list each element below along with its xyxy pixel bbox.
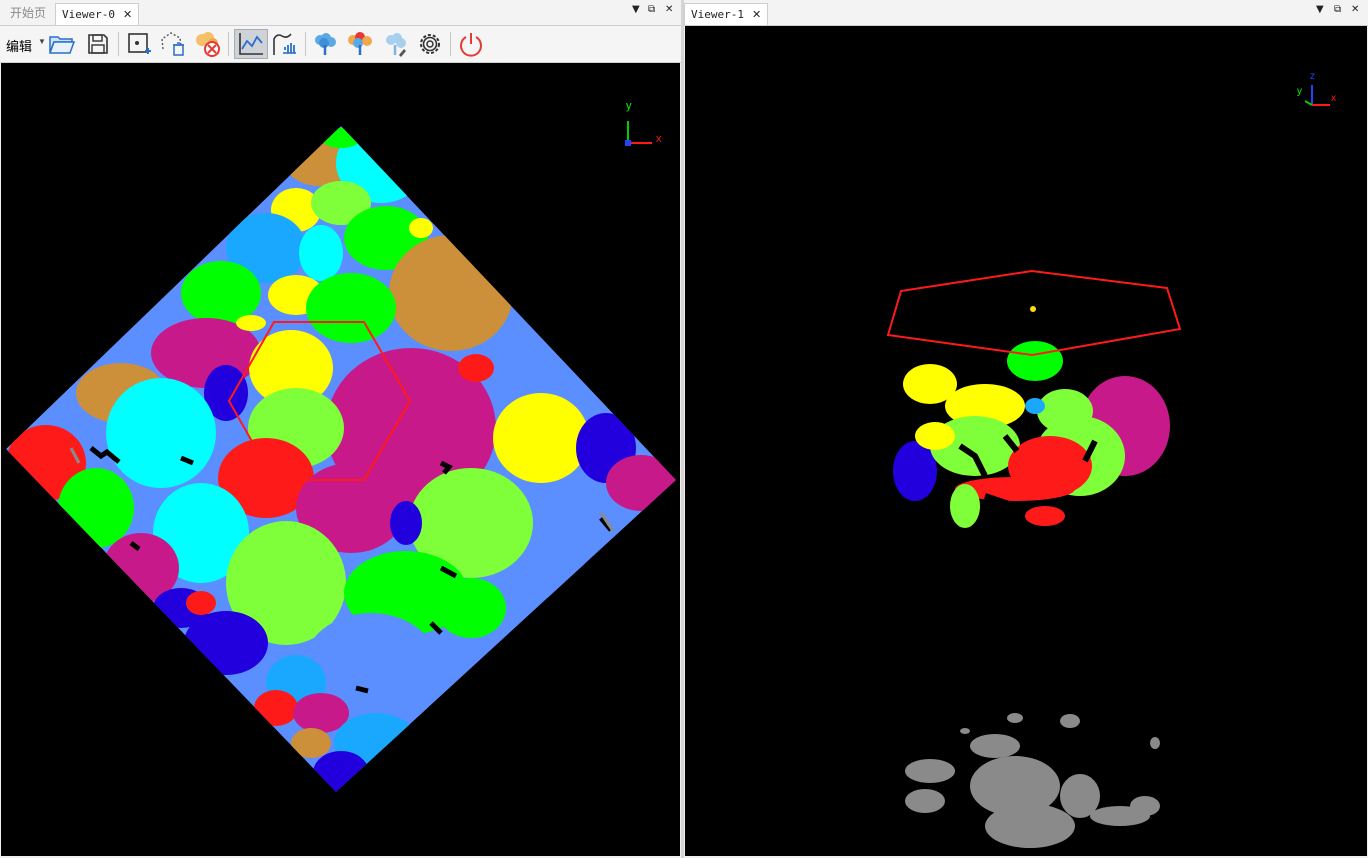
tab-viewer-1-label: Viewer-1 (691, 8, 744, 21)
toolbar-divider (450, 32, 451, 56)
tab-bar-left: 开始页 Viewer-0 ✕ ▼ ⧉ ✕ (0, 0, 681, 26)
power-icon (460, 33, 482, 57)
axis-gizmo: z y x (1297, 71, 1336, 106)
axis-y-label: y (1297, 86, 1302, 97)
axis-x-label: x (1331, 93, 1336, 104)
delete-region-icon (161, 32, 184, 56)
save-button[interactable] (83, 29, 113, 59)
hand-draw-button[interactable] (270, 29, 300, 59)
open-file-button[interactable] (47, 29, 77, 59)
clear-cloud-icon (196, 32, 220, 57)
segmented-point-cloud: y x (6, 100, 676, 792)
toolbar: 编辑 ▼ (0, 26, 681, 63)
point-cloud-viewport-side[interactable]: z y x (685, 26, 1367, 856)
tree-segments (6, 126, 676, 792)
axis-gizmo: y x (625, 100, 662, 146)
close-icon[interactable]: ✕ (665, 4, 673, 15)
tree-crowns-side (893, 341, 1170, 528)
ground-points (905, 713, 1160, 848)
tree-single-button[interactable] (310, 29, 340, 59)
point-cloud-viewport-top[interactable]: y x (1, 63, 680, 856)
close-icon[interactable]: ✕ (123, 8, 132, 21)
tree-edit-button[interactable] (381, 29, 411, 59)
viewer-1-pane: Viewer-1 ✕ ▼ ⧉ ✕ z y x (684, 0, 1368, 858)
toolbar-divider (118, 32, 119, 56)
add-point-icon (128, 33, 151, 54)
tab-viewer-0-label: Viewer-0 (62, 8, 115, 21)
restore-window-icon[interactable]: ⧉ (1334, 4, 1341, 15)
add-point-button[interactable] (124, 29, 154, 59)
tree-multi-color-button[interactable] (345, 29, 375, 59)
tab-start-page-label: 开始页 (10, 6, 47, 20)
tab-bar-right: Viewer-1 ✕ ▼ ⧉ ✕ (684, 0, 1368, 26)
restore-window-icon[interactable]: ⧉ (648, 4, 655, 15)
tree-single-icon (315, 33, 336, 55)
exit-button[interactable] (456, 29, 486, 59)
save-icon (88, 34, 108, 54)
profile-line-icon (239, 33, 263, 55)
selection-center-point (1030, 306, 1036, 312)
profile-line-button[interactable] (234, 29, 268, 59)
axis-z-label: z (1310, 71, 1315, 82)
tree-edit-icon (386, 33, 406, 57)
chevron-down-icon[interactable]: ▼ (38, 37, 46, 46)
edit-menu-label[interactable]: 编辑 (6, 36, 32, 55)
tree-multi-color-icon (348, 32, 372, 55)
gear-icon (420, 34, 440, 54)
toolbar-divider (305, 32, 306, 56)
dropdown-arrow-icon[interactable]: ▼ (1316, 4, 1324, 15)
settings-button[interactable] (415, 29, 445, 59)
close-icon[interactable]: ✕ (752, 8, 761, 21)
axis-x-label: x (656, 133, 662, 145)
viewer-0-pane: 开始页 Viewer-0 ✕ ▼ ⧉ ✕ 编辑 ▼ y x (0, 0, 681, 858)
clear-cloud-button[interactable] (193, 29, 223, 59)
folder-open-icon (48, 36, 76, 54)
tab-start-page[interactable]: 开始页 (4, 3, 52, 24)
axis-y-label: y (626, 100, 632, 112)
tab-viewer-0[interactable]: Viewer-0 ✕ (55, 3, 140, 25)
close-icon[interactable]: ✕ (1351, 4, 1359, 15)
side-view-point-cloud: z y x (886, 71, 1336, 848)
hand-draw-icon (273, 33, 296, 55)
delete-region-button[interactable] (158, 29, 188, 59)
tab-viewer-1[interactable]: Viewer-1 ✕ (684, 3, 769, 25)
toolbar-divider (228, 32, 229, 56)
dropdown-arrow-icon[interactable]: ▼ (632, 4, 640, 15)
